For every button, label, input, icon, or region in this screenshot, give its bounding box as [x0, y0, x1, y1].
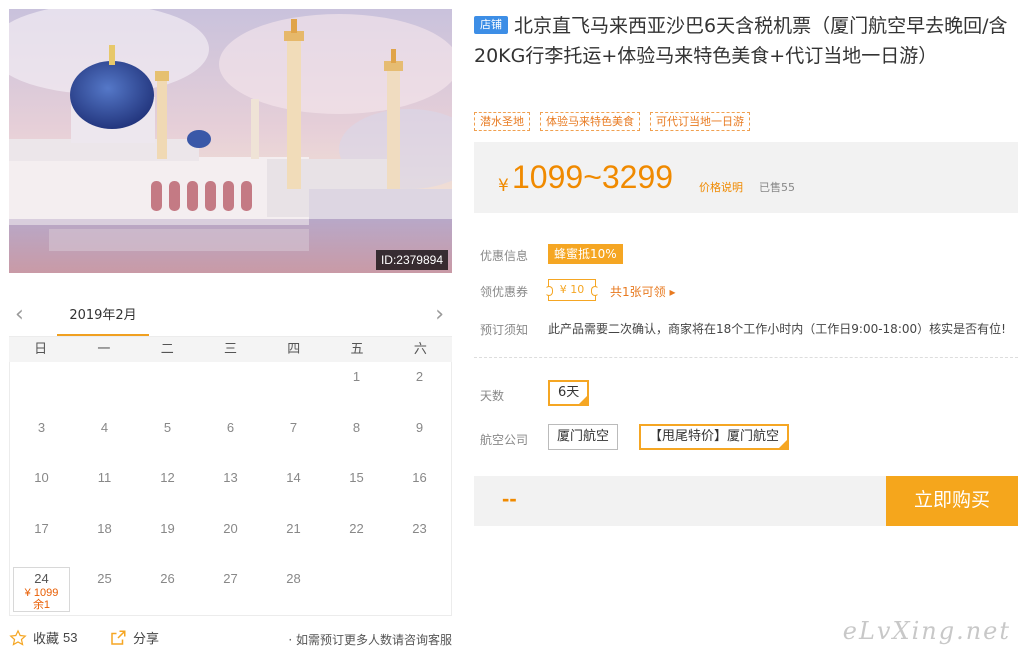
product-image[interactable]: ID:2379894	[9, 9, 452, 273]
calendar-day: 26	[160, 571, 175, 586]
consult-note: · 如需预订更多人数请咨询客服	[288, 633, 452, 647]
calendar-day: 12	[160, 470, 175, 485]
calendar-day: 19	[160, 520, 175, 536]
weekday-label: 四	[287, 342, 301, 357]
product-tag: 潜水圣地	[474, 112, 530, 131]
product-actions: 收藏 53 分享 · 如需预订更多人数请咨询客服	[9, 628, 452, 650]
price-note-link[interactable]: 价格说明	[699, 179, 743, 195]
calendar-day: 20	[223, 520, 238, 536]
chevron-right-icon[interactable]: ›	[435, 304, 444, 326]
weekday-label: 日	[34, 342, 48, 357]
weekday-label: 一	[97, 342, 111, 357]
calendar-day: 10	[34, 470, 49, 485]
weekday-label: 五	[350, 342, 364, 357]
share-icon	[111, 630, 126, 645]
product-title-block: 店铺 北京直飞马来西亚沙巴6天含税机票（厦门航空早去晚回/含20KG行李托运+体验…	[474, 11, 1018, 71]
calendar-day: 23	[412, 520, 427, 536]
calendar-month-tab[interactable]: 2019年2月	[57, 300, 149, 336]
favorite-label: 收藏	[33, 632, 60, 647]
calendar-day: 6	[226, 419, 235, 435]
calendar-empty-cell	[262, 362, 325, 413]
product-title: 北京直飞马来西亚沙巴6天含税机票（厦门航空早去晚回/含20KG行李托运+体验马来…	[474, 15, 1008, 67]
share-button[interactable]: 分享	[109, 628, 159, 647]
calendar-day-remaining: 余1	[32, 599, 51, 611]
calendar-day-available[interactable]: 24 ¥ 1099 余1	[13, 567, 70, 612]
days-option-6[interactable]: 6天	[548, 380, 590, 406]
calendar-empty-cell	[388, 564, 451, 615]
airline-label: 航空公司	[480, 433, 529, 447]
coupon-link[interactable]: 共1张可领 ▸	[610, 283, 675, 300]
days-label: 天数	[480, 389, 505, 403]
calendar-day: 3	[37, 419, 46, 435]
calendar-day: 16	[412, 470, 427, 485]
section-divider	[474, 357, 1018, 358]
coupon-label: 领优惠券	[480, 285, 529, 299]
airline-option-special[interactable]: 【甩尾特价】厦门航空	[639, 424, 790, 450]
calendar-day: 22	[349, 520, 364, 536]
calendar-empty-cell	[136, 362, 199, 413]
weekday-label: 二	[160, 342, 174, 357]
calendar-day: 7	[289, 419, 298, 435]
calendar-day: 17	[34, 520, 49, 536]
airline-option-xiamen[interactable]: 厦门航空	[548, 424, 619, 450]
weekday-label: 六	[413, 342, 427, 357]
watermark: eLvXing.net	[842, 617, 1011, 645]
buy-bar: -- 立即购买	[474, 476, 1018, 526]
promo-badge: 蜂蜜抵10%	[548, 244, 623, 264]
calendar-grid: 1 2 3 4 5 6 7 8 9 10 11 12 13 14 15 16 1…	[9, 362, 452, 616]
calendar-day: 15	[349, 470, 364, 485]
image-id-label: ID:2379894	[375, 250, 448, 270]
calendar-day: 21	[286, 520, 301, 536]
calendar-day-number: 24	[34, 571, 49, 586]
calendar-day: 5	[163, 419, 172, 435]
shop-badge[interactable]: 店铺	[474, 16, 508, 34]
product-tag: 可代订当地一日游	[650, 112, 750, 131]
date-calendar: ‹ 2019年2月 › 日 一 二 三 四 五 六 1 2 3 4 5 6 7 …	[9, 300, 452, 620]
sold-count: 已售55	[759, 181, 795, 194]
notice-label: 预订须知	[480, 323, 529, 337]
calendar-day: 27	[223, 571, 238, 586]
calendar-day: 4	[100, 419, 109, 435]
mosque-illustration	[9, 9, 452, 273]
calendar-day: 28	[286, 571, 301, 586]
calendar-header: ‹ 2019年2月 ›	[9, 300, 452, 336]
calendar-day: 9	[415, 419, 424, 435]
calendar-empty-cell	[325, 564, 388, 615]
price-range: 1099~3299	[512, 159, 674, 195]
price-currency: ¥	[498, 176, 509, 196]
product-tag: 体验马来特色美食	[540, 112, 640, 131]
calendar-day: 2	[415, 369, 424, 384]
calendar-empty-cell	[10, 362, 73, 413]
price-panel: ¥ 1099~3299 价格说明 已售55	[474, 142, 1018, 213]
calendar-day: 14	[286, 470, 301, 485]
chevron-left-icon[interactable]: ‹	[15, 304, 24, 326]
booking-notice: 此产品需要二次确认，商家将在18个工作小时内（工作日9:00-18:00）核实是…	[548, 322, 1006, 336]
star-icon	[9, 628, 27, 646]
share-label: 分享	[133, 632, 160, 647]
calendar-day-price: ¥ 1099	[24, 587, 59, 599]
calendar-day: 25	[97, 571, 112, 586]
calendar-day: 18	[97, 520, 112, 536]
calendar-empty-cell	[73, 362, 136, 413]
buy-now-button[interactable]: 立即购买	[886, 476, 1018, 526]
favorite-count: 53	[63, 630, 78, 645]
total-price: --	[502, 486, 517, 511]
coupon-ticket[interactable]: ¥ 10	[545, 279, 599, 301]
calendar-day: 1	[352, 369, 361, 384]
calendar-day: 13	[223, 470, 238, 485]
calendar-empty-cell	[199, 362, 262, 413]
weekday-label: 三	[223, 342, 237, 357]
promo-label: 优惠信息	[480, 249, 529, 263]
favorite-button[interactable]: 收藏 53	[9, 628, 77, 647]
product-tags: 潜水圣地 体验马来特色美食 可代订当地一日游	[474, 112, 1018, 131]
calendar-day: 11	[97, 470, 112, 485]
calendar-day: 8	[352, 419, 361, 435]
calendar-weekdays: 日 一 二 三 四 五 六	[9, 336, 452, 362]
